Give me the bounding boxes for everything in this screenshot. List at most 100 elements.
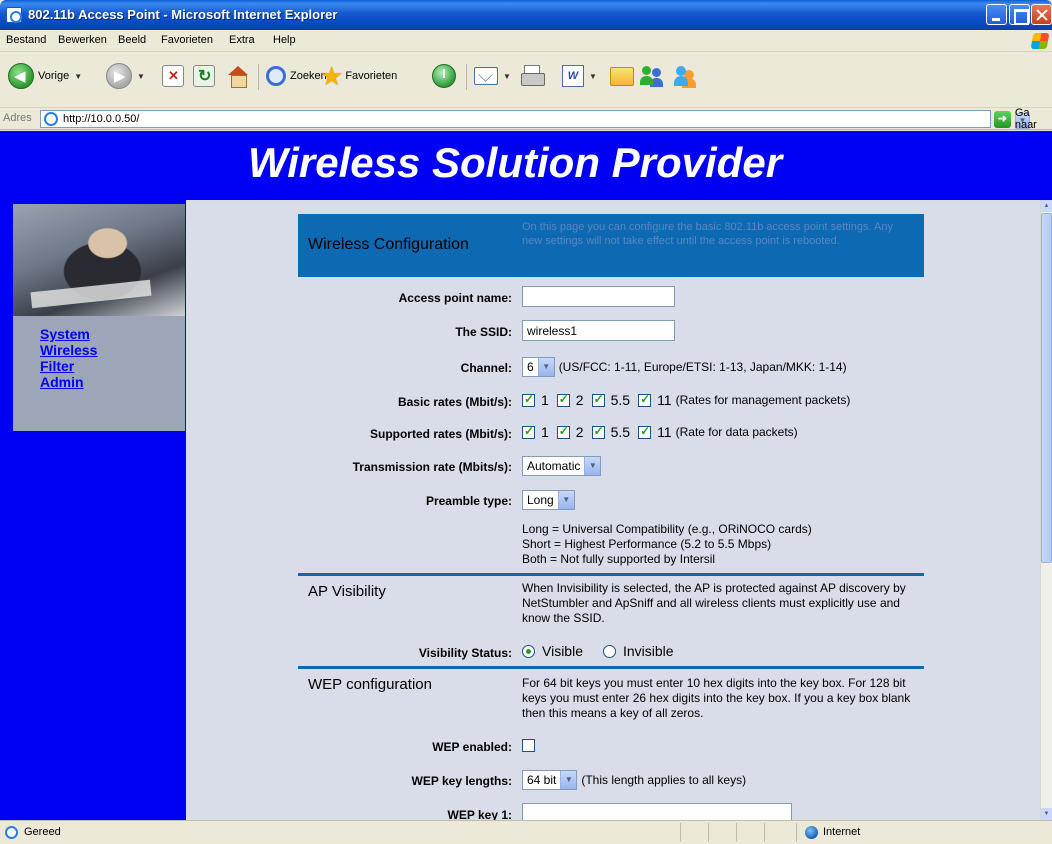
page-viewport: Wireless Solution Provider System Wirele… <box>0 131 1052 820</box>
channel-select[interactable]: 6 ▼ <box>522 357 555 377</box>
supported-rate-11-label: 11 <box>657 424 672 440</box>
research-button[interactable] <box>640 62 664 90</box>
visibility-radio-group: Visible Invisible <box>522 643 694 659</box>
supported-rates-note: (Rate for data packets) <box>675 425 798 439</box>
ap-name-input[interactable] <box>522 286 675 307</box>
favorites-label: Favorieten <box>345 70 398 82</box>
folder-button[interactable] <box>610 62 634 90</box>
chevron-down-icon: ▼ <box>584 457 601 475</box>
basic-rate-11-label: 11 <box>657 392 672 408</box>
chevron-down-icon[interactable]: ▼ <box>137 72 145 81</box>
print-button[interactable] <box>520 62 545 90</box>
nav-link-wireless[interactable]: Wireless <box>40 342 185 358</box>
supported-rate-1-checkbox[interactable] <box>522 424 535 439</box>
menu-favorieten[interactable]: Favorieten <box>161 34 213 46</box>
favorites-button[interactable]: ★ Favorieten <box>320 62 397 90</box>
ie-app-icon[interactable] <box>6 7 22 23</box>
wep-title: WEP configuration <box>308 676 432 693</box>
preamble-help-line: Long = Universal Compatibility (e.g., OR… <box>522 522 812 536</box>
windows-logo-icon <box>1030 33 1050 49</box>
nav-panel: System Wireless Filter Admin <box>13 316 185 431</box>
menu-beeld[interactable]: Beeld <box>118 34 146 46</box>
wep-key1-input[interactable] <box>522 803 792 820</box>
businessman-photo <box>13 204 185 316</box>
mail-icon <box>474 67 498 85</box>
supported-rate-1-label: 1 <box>541 424 549 440</box>
wep-description: For 64 bit keys you must enter 10 hex di… <box>522 676 911 720</box>
basic-rate-11-checkbox[interactable] <box>638 392 652 407</box>
nav-link-admin[interactable]: Admin <box>40 374 185 390</box>
nav-link-filter[interactable]: Filter <box>40 358 185 374</box>
messenger-button[interactable] <box>672 62 698 90</box>
star-icon: ★ <box>320 61 344 91</box>
minimize-button[interactable] <box>986 4 1007 25</box>
visible-radio[interactable] <box>522 644 535 658</box>
stop-button[interactable] <box>162 62 184 90</box>
chevron-down-icon: ▼ <box>537 358 554 376</box>
address-bar: Adres http://10.0.0.50/ ▼ ➜ Ga naar <box>0 107 1052 131</box>
back-arrow-icon <box>8 63 34 89</box>
print-icon <box>520 65 545 87</box>
ssid-input[interactable] <box>522 320 675 341</box>
address-input[interactable]: http://10.0.0.50/ ▼ <box>40 110 1030 129</box>
mail-button[interactable]: ▼ <box>474 62 511 90</box>
chevron-down-icon[interactable]: ▼ <box>589 72 597 81</box>
preamble-select[interactable]: Long ▼ <box>522 490 575 510</box>
wep-key-length-note: (This length applies to all keys) <box>581 773 747 787</box>
forward-arrow-icon <box>106 63 132 89</box>
forward-button[interactable]: ▼ <box>106 62 145 90</box>
home-button[interactable] <box>226 62 248 90</box>
preamble-help-line: Both = Not fully supported by Intersil <box>522 552 716 566</box>
word-icon: W <box>562 65 584 87</box>
menu-bestand[interactable]: Bestand <box>6 34 46 46</box>
go-button[interactable]: ➜ Ga naar <box>994 107 1052 131</box>
history-button[interactable] <box>432 62 456 90</box>
config-title: Wireless Configuration <box>308 236 469 253</box>
scroll-thumb[interactable] <box>1041 213 1052 563</box>
menu-help[interactable]: Help <box>273 34 296 46</box>
tx-rate-select[interactable]: Automatic ▼ <box>522 456 602 476</box>
supported-rate-11-checkbox[interactable] <box>638 424 652 439</box>
refresh-button[interactable] <box>193 62 215 90</box>
basic-rates-group: 1 2 5.5 11 (Rates for management packets… <box>522 392 850 408</box>
preamble-value: Long <box>527 493 554 507</box>
search-icon <box>266 66 286 86</box>
internet-zone-icon <box>805 826 818 839</box>
supported-rates-label: Supported rates (Mbit/s): <box>369 427 512 441</box>
back-button[interactable]: Vorige ▼ <box>8 62 82 90</box>
menu-bewerken[interactable]: Bewerken <box>58 34 107 46</box>
maximize-button[interactable] <box>1009 4 1030 25</box>
toolbar-separator <box>466 64 467 90</box>
supported-rate-5-5-label: 5.5 <box>610 424 631 440</box>
supported-rate-2-checkbox[interactable] <box>556 424 570 439</box>
page-status-icon <box>5 826 18 839</box>
wep-enabled-checkbox[interactable] <box>522 739 535 752</box>
invisible-radio[interactable] <box>603 644 616 658</box>
supported-rate-2-label: 2 <box>575 424 584 440</box>
banner-title: Wireless Solution Provider <box>247 139 783 186</box>
edit-button[interactable]: W ▼ <box>562 62 597 90</box>
scroll-down-icon[interactable]: ▼ <box>1041 808 1052 820</box>
basic-rate-1-label: 1 <box>541 392 549 408</box>
config-description: On this page you can configure the basic… <box>522 221 893 247</box>
invisible-label: Invisible <box>623 643 674 659</box>
wep-key-length-select[interactable]: 64 bit ▼ <box>522 770 578 790</box>
page-banner: Wireless Solution Provider <box>0 131 1040 200</box>
supported-rate-5-5-checkbox[interactable] <box>591 424 605 439</box>
close-button[interactable] <box>1031 4 1052 25</box>
nav-link-system[interactable]: System <box>40 326 185 342</box>
wep-key-length-value: 64 bit <box>527 773 557 787</box>
basic-rate-1-checkbox[interactable] <box>522 392 535 407</box>
search-button[interactable]: Zoeken <box>266 62 327 90</box>
chevron-down-icon[interactable]: ▼ <box>503 72 511 81</box>
vertical-scrollbar[interactable]: ▲ ▼ <box>1040 200 1052 820</box>
chevron-down-icon[interactable]: ▼ <box>74 72 82 81</box>
basic-rate-5-5-checkbox[interactable] <box>591 392 605 407</box>
history-icon <box>432 64 456 88</box>
basic-rate-2-checkbox[interactable] <box>556 392 570 407</box>
channel-note: (US/FCC: 1-11, Europe/ETSI: 1-13, Japan/… <box>558 360 847 374</box>
menu-extra[interactable]: Extra <box>229 34 255 46</box>
scroll-up-icon[interactable]: ▲ <box>1041 200 1052 212</box>
section-divider <box>298 573 924 576</box>
status-cell <box>796 823 797 842</box>
